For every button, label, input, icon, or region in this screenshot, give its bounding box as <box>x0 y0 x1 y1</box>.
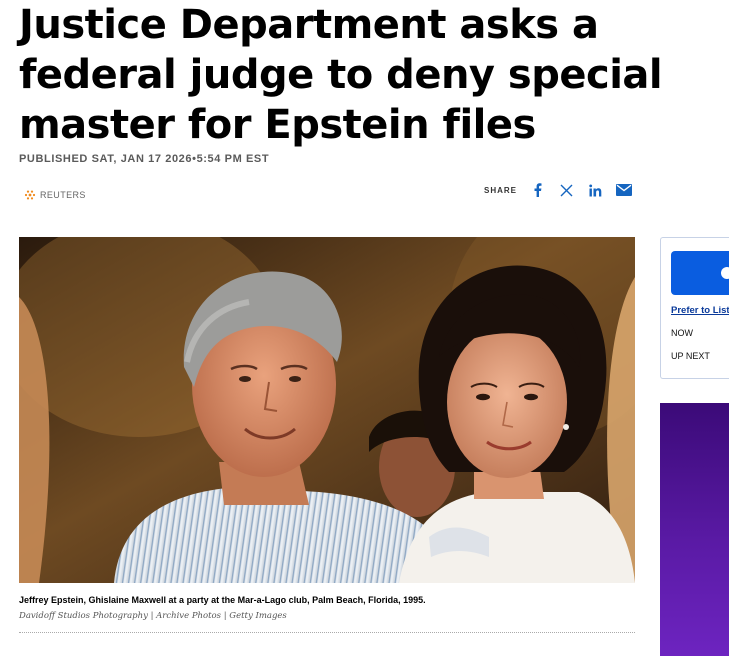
sidebar-ad[interactable] <box>660 403 729 656</box>
article-hero-image <box>19 237 635 583</box>
facebook-icon[interactable] <box>529 182 545 198</box>
linkedin-icon[interactable] <box>587 182 603 198</box>
prefer-to-listen-link[interactable]: Prefer to List <box>671 305 729 316</box>
source-label: REUTERS <box>40 190 86 200</box>
rail-now-label: NOW <box>671 328 693 338</box>
article-headline: Justice Department asks a federal judge … <box>19 2 663 148</box>
share-label: SHARE <box>484 185 518 195</box>
published-timestamp: PUBLISHED SAT, JAN 17 2026•5:54 PM EST <box>19 153 270 165</box>
x-icon[interactable] <box>558 182 574 198</box>
video-rail: Prefer to List NOW UP NEXT <box>660 237 729 379</box>
reuters-logo-icon <box>23 189 37 201</box>
share-bar: SHARE <box>484 180 645 200</box>
article-page: Justice Department asks a federal judge … <box>0 0 729 656</box>
email-icon[interactable] <box>616 182 633 198</box>
rail-up-next-label: UP NEXT <box>671 351 710 361</box>
toggle-dot-icon[interactable] <box>721 267 729 279</box>
image-credit: Davidoff Studios Photography | Archive P… <box>19 611 287 621</box>
source-attribution: REUTERS <box>23 189 86 201</box>
video-player[interactable] <box>671 251 729 295</box>
content-divider <box>19 632 635 633</box>
image-caption: Jeffrey Epstein, Ghislaine Maxwell at a … <box>19 595 426 605</box>
